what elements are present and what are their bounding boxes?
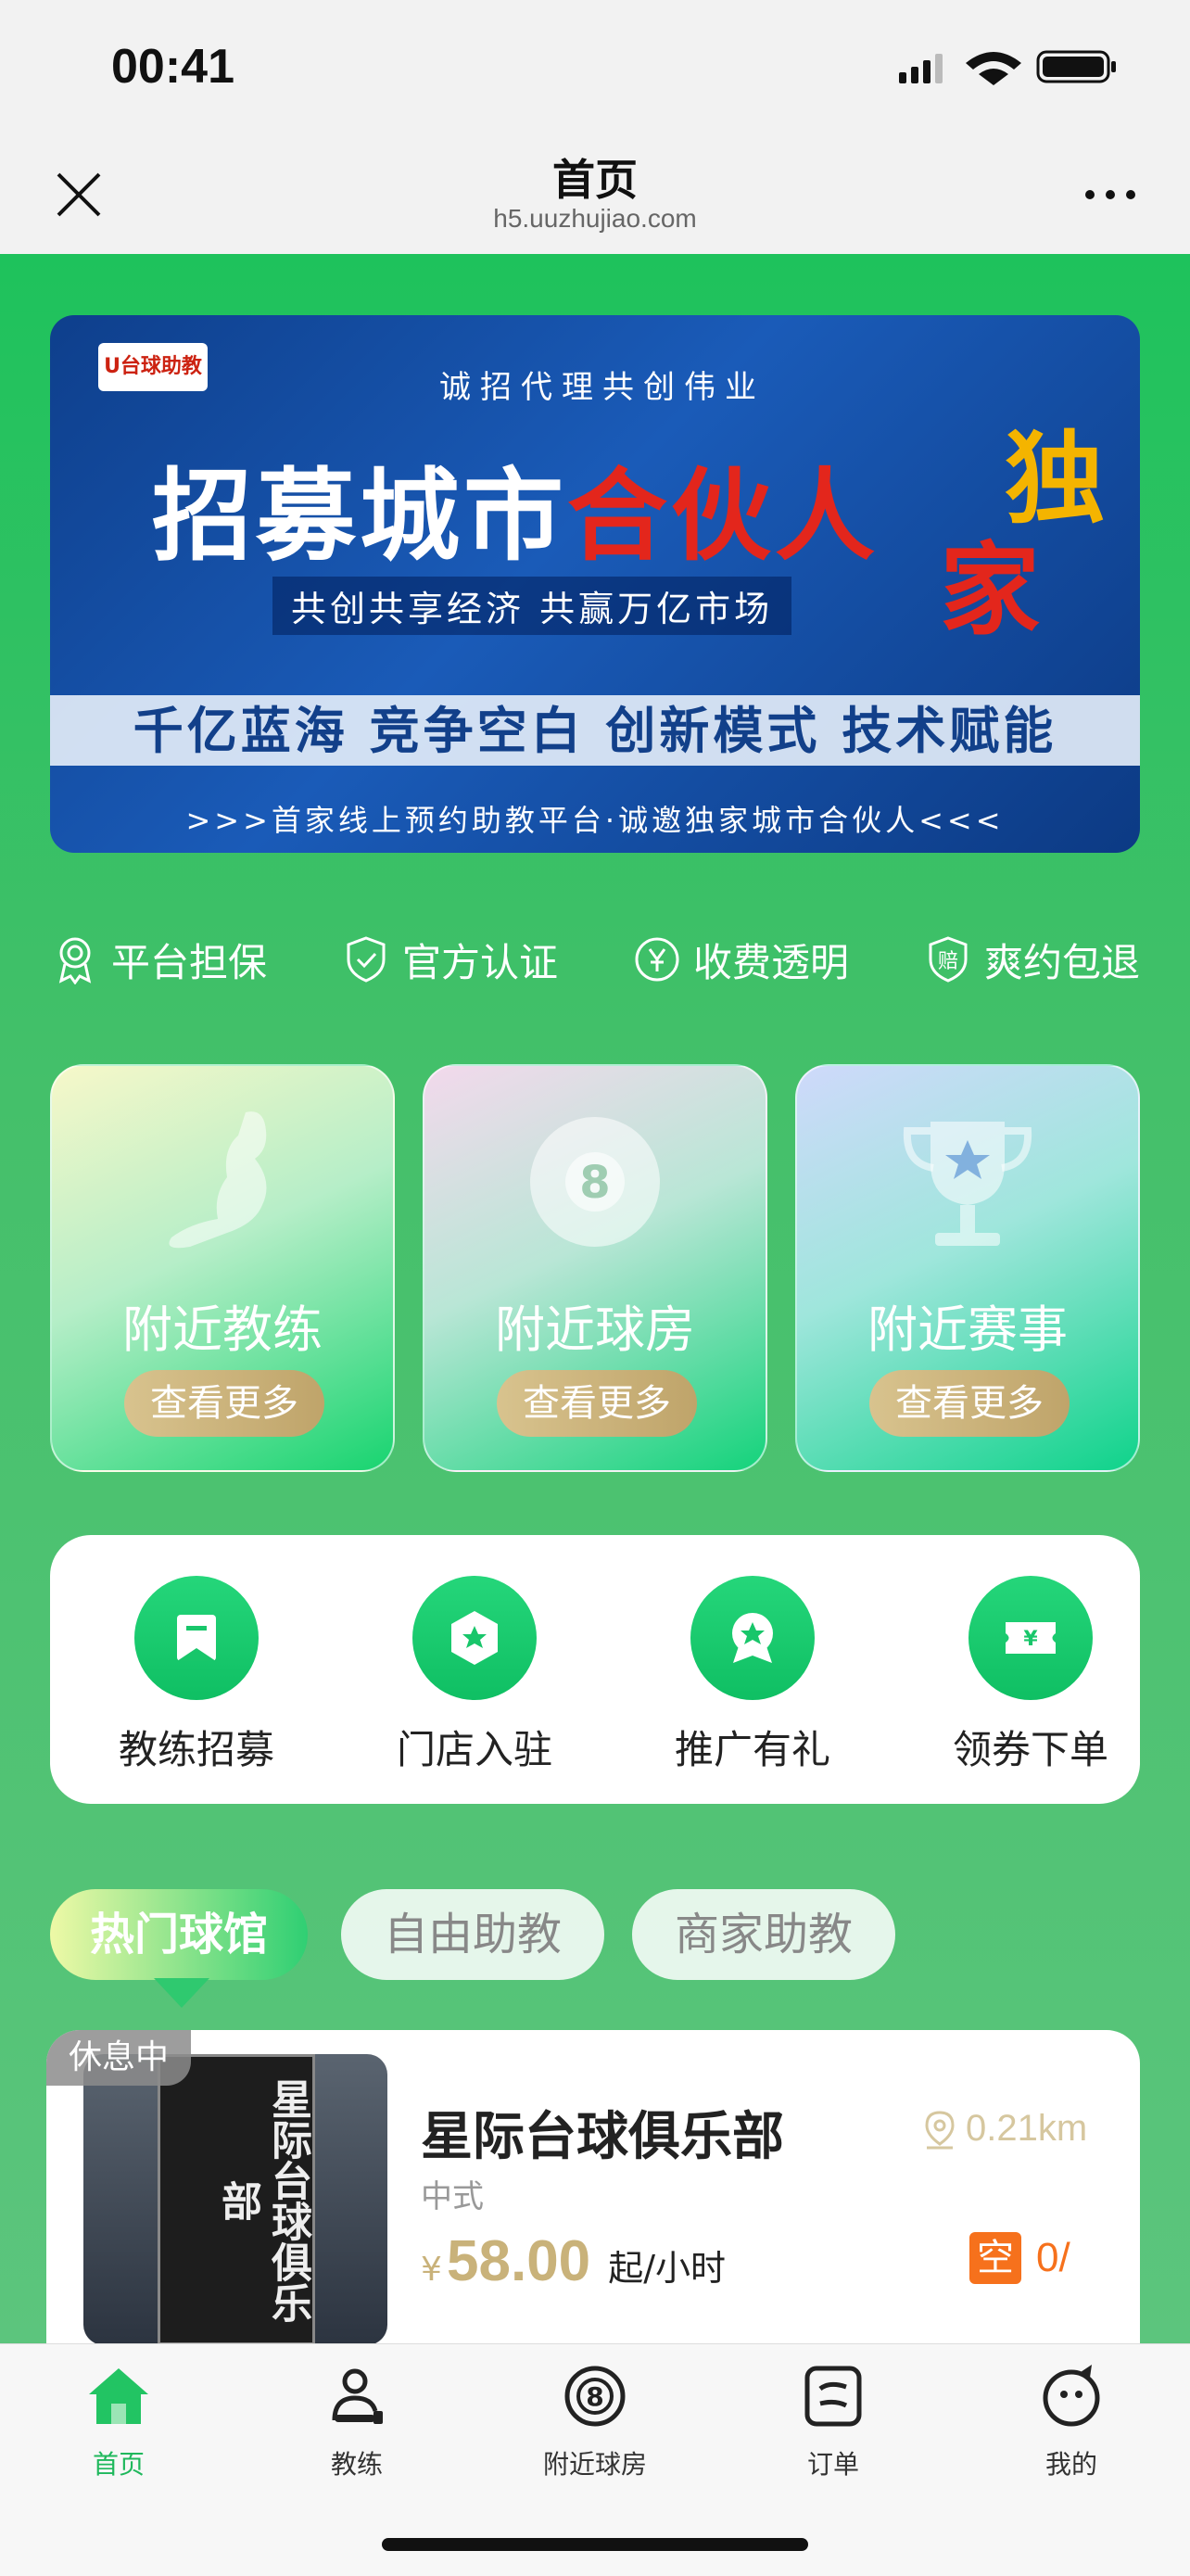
coach-silhouette-icon [52, 1094, 393, 1270]
banner-top-line: 诚招代理共创伟业 [439, 369, 766, 406]
feature-label: 平台担保 [111, 939, 268, 985]
service-label: 门店入驻 [396, 1727, 552, 1772]
svg-text:¥: ¥ [1023, 1628, 1038, 1651]
promo-banner[interactable]: U台球助教 诚招代理共创伟业 招募城市合伙人 独 家 共创共享经济 共赢万亿市场… [50, 315, 1140, 853]
order-icon [804, 2366, 862, 2427]
tab-hot-venues[interactable]: 热门球馆 [50, 1889, 308, 1980]
profile-icon [1043, 2365, 1100, 2427]
service-coupon[interactable]: ¥ 领券下单 [938, 1576, 1123, 1775]
shield-check-icon [347, 936, 386, 983]
view-more-button[interactable]: 查看更多 [869, 1370, 1070, 1437]
feature-label: 官方认证 [401, 939, 558, 985]
tab-coach[interactable]: 教练 [264, 2361, 449, 2481]
yen-circle-icon [635, 937, 679, 982]
empty-badge: 空 [969, 2232, 1021, 2284]
status-bar: 00:41 [0, 0, 1190, 130]
tab-nearby-hall[interactable]: 8 附近球房 [502, 2361, 688, 2481]
venue-tabs: 热门球馆 自由助教 商家助教 [50, 1889, 1140, 2008]
venue-sign: 星际台球俱乐部 [158, 2054, 315, 2345]
nearby-cards: 附近教练 查看更多 8 附近球房 查看更多 附近赛事 查看更多 [50, 1064, 1140, 1472]
tab-profile[interactable]: 我的 [979, 2361, 1164, 2481]
more-icon[interactable] [1082, 185, 1138, 204]
tab-home[interactable]: 首页 [26, 2361, 211, 2481]
page-title: 首页 [552, 155, 638, 205]
tab-orders[interactable]: 订单 [741, 2361, 926, 2481]
service-label: 领券下单 [952, 1727, 1108, 1772]
tab-label: 首页 [92, 2449, 145, 2480]
card-title: 附近教练 [122, 1301, 323, 1359]
feature-item: 官方认证 [341, 927, 558, 992]
store-icon [412, 1576, 537, 1700]
status-time: 00:41 [111, 40, 234, 94]
feature-item: 收费透明 [632, 927, 849, 992]
location-icon [925, 2110, 955, 2149]
active-tab-arrow [154, 1978, 209, 2008]
banner-headline: 招募城市合伙人 [152, 458, 880, 575]
feature-label: 收费透明 [692, 939, 849, 985]
banner-bottom: >>>首家线上预约助教平台·诚邀独家城市合伙人<<< [185, 803, 1005, 838]
badge-icon [690, 1576, 815, 1700]
award-icon [58, 937, 92, 984]
tab-label: 订单 [806, 2449, 859, 2480]
card-nearby-coach[interactable]: 附近教练 查看更多 [50, 1064, 395, 1472]
nav-bar: 首页 h5.uuzhujiao.com [0, 130, 1190, 254]
venue-photo: 星际台球俱乐部 [83, 2054, 387, 2345]
feature-item: 赔 爽约包退 [923, 927, 1140, 992]
card-nearby-event[interactable]: 附近赛事 查看更多 [795, 1064, 1140, 1472]
service-promo[interactable]: 推广有礼 [660, 1576, 845, 1775]
feature-row: 平台担保 官方认证 收费透明 赔 爽约包退 [50, 927, 1140, 992]
venue-type: 中式 [421, 2178, 484, 2215]
service-label: 推广有礼 [674, 1727, 830, 1772]
service-panel: 教练招募 门店入驻 推广有礼 ¥ 领券下单 [50, 1535, 1140, 1804]
eight-ball-icon: 8 [564, 2366, 626, 2427]
tab-label: 教练 [330, 2449, 383, 2480]
view-more-button[interactable]: 查看更多 [124, 1370, 324, 1437]
eight-ball-icon: 8 [424, 1094, 766, 1270]
venue-name: 星际台球俱乐部 [421, 2107, 784, 2167]
empty-count: 0/ [1036, 2235, 1070, 2280]
svg-text:8: 8 [579, 1157, 610, 1209]
svg-text:赔: 赔 [938, 950, 958, 973]
feature-item: 平台担保 [50, 927, 267, 992]
card-title: 附近球房 [495, 1301, 695, 1359]
feature-label: 爽约包退 [983, 939, 1140, 985]
status-badge: 休息中 [46, 2030, 191, 2086]
banner-side-red: 家 [940, 532, 1041, 649]
venue-card[interactable]: 星际台球俱乐部 休息中 星际台球俱乐部 0.21km 中式 ¥ 58.00 起/… [46, 2030, 1140, 2345]
tab-label: 附近球房 [542, 2449, 647, 2480]
banner-logo: U台球助教 [98, 343, 208, 391]
tab-free-assistant[interactable]: 自由助教 [341, 1889, 604, 1980]
service-label: 教练招募 [118, 1727, 274, 1772]
coupon-icon: ¥ [968, 1576, 1093, 1700]
service-store[interactable]: 门店入驻 [382, 1576, 567, 1775]
tab-label: 我的 [1044, 2449, 1097, 2480]
refund-shield-icon: 赔 [929, 936, 968, 983]
recruit-icon [134, 1576, 259, 1700]
view-more-button[interactable]: 查看更多 [497, 1370, 697, 1437]
coach-icon [332, 2368, 383, 2424]
card-nearby-hall[interactable]: 8 附近球房 查看更多 [423, 1064, 767, 1472]
home-icon [89, 2368, 148, 2424]
banner-subline: 共创共享经济 共赢万亿市场 [272, 577, 792, 635]
status-icons [899, 50, 1116, 85]
page-url: h5.uuzhujiao.com [493, 204, 697, 233]
card-title: 附近赛事 [867, 1301, 1068, 1359]
home-indicator [382, 2538, 808, 2551]
trophy-icon [797, 1094, 1138, 1270]
banner-strip: 千亿蓝海 竞争空白 创新模式 技术赋能 [50, 695, 1140, 766]
svg-text:8: 8 [586, 2381, 603, 2412]
service-recruit[interactable]: 教练招募 [104, 1576, 289, 1775]
tab-merchant-assistant[interactable]: 商家助教 [632, 1889, 895, 1980]
venue-price: ¥ 58.00 起/小时 [421, 2229, 727, 2293]
venue-distance: 0.21km [921, 2108, 1087, 2150]
empty-tables: 空 0/ [969, 2232, 1070, 2284]
